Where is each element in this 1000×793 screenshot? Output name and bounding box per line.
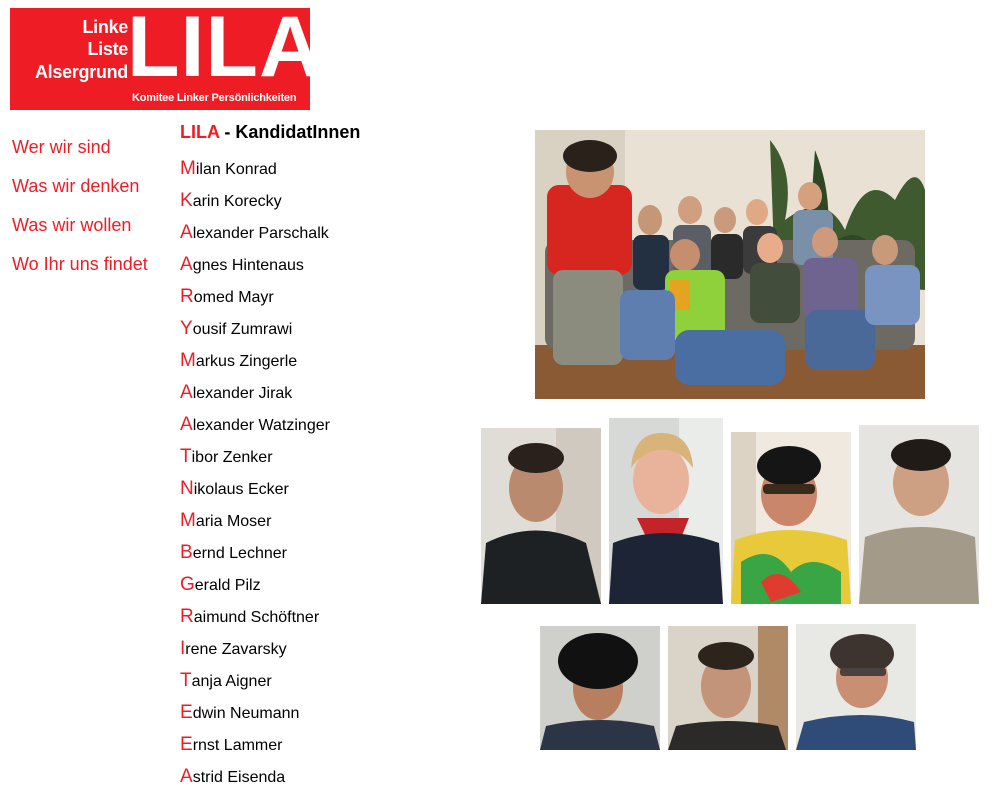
candidate-name: anja Aigner <box>191 673 272 690</box>
candidate-name: rnst Lammer <box>192 737 283 754</box>
candidate-name: ikolaus Ecker <box>193 481 289 498</box>
candidate-item: Agnes Hintenaus <box>180 249 330 281</box>
candidate-initial: A <box>180 382 193 403</box>
portrait-photo <box>668 626 788 750</box>
candidate-name: erald Pilz <box>194 577 261 594</box>
candidate-item: Edwin Neumann <box>180 697 330 729</box>
portrait-photo <box>540 626 660 750</box>
candidate-initial: M <box>180 158 196 179</box>
candidate-name: arkus Zingerle <box>195 353 298 370</box>
candidate-initial: A <box>180 222 193 243</box>
logo-subtitle: Komitee Linker Persönlichkeiten <box>132 92 297 104</box>
candidate-initial: B <box>180 542 193 563</box>
candidate-initial: A <box>180 254 193 275</box>
candidate-item: Gerald Pilz <box>180 569 330 601</box>
candidate-initial: M <box>180 350 196 371</box>
nav-link-was-wir-wollen[interactable]: Was wir wollen <box>12 206 148 245</box>
candidate-item: Alexander Watzinger <box>180 409 330 441</box>
portrait-photo <box>859 425 979 604</box>
candidate-initial: R <box>180 286 194 307</box>
portrait-photo <box>796 624 916 750</box>
candidate-name: rene Zavarsky <box>185 641 287 658</box>
candidate-name: gnes Hintenaus <box>192 257 304 274</box>
candidate-initial: E <box>180 734 193 755</box>
candidate-initial: A <box>180 414 193 435</box>
candidate-name: dwin Neumann <box>192 705 300 722</box>
candidate-item: Milan Konrad <box>180 153 330 185</box>
lila-logo[interactable]: Linke Liste Alsergrund LILA Komitee Link… <box>10 8 310 110</box>
candidate-name: aria Moser <box>195 513 272 530</box>
portrait-photo <box>609 418 723 604</box>
candidate-name: lexander Watzinger <box>192 417 330 434</box>
candidate-initial: T <box>180 670 192 691</box>
candidate-item: Ernst Lammer <box>180 729 330 761</box>
candidate-name: omed Mayr <box>193 289 274 306</box>
group-photo <box>535 130 925 399</box>
candidate-name: aimund Schöftner <box>193 609 320 626</box>
candidate-name: lexander Parschalk <box>192 225 329 242</box>
candidate-initial: E <box>180 702 193 723</box>
candidate-item: Yousif Zumrawi <box>180 313 330 345</box>
nav-link-wer-wir-sind[interactable]: Wer wir sind <box>12 128 148 167</box>
page-title-lila: LILA <box>180 122 220 142</box>
logo-line-alsergrund: Alsergrund <box>34 62 128 82</box>
candidate-item: Alexander Jirak <box>180 377 330 409</box>
page-title: LILA - KandidatInnen <box>180 122 360 143</box>
candidate-initial: A <box>180 766 193 787</box>
candidate-initial: K <box>180 190 193 211</box>
nav-link-was-wir-denken[interactable]: Was wir denken <box>12 167 148 206</box>
nav-link-wo-ihr-uns-findet[interactable]: Wo Ihr uns findet <box>12 245 148 284</box>
candidate-item: Karin Korecky <box>180 185 330 217</box>
candidate-name: lexander Jirak <box>192 385 293 402</box>
candidate-name: ousif Zumrawi <box>192 321 293 338</box>
candidate-initial: G <box>180 574 195 595</box>
candidate-initial: N <box>180 478 194 499</box>
logo-wordmark: LILA <box>127 8 310 95</box>
candidate-initial: Y <box>180 318 193 339</box>
candidate-item: Irene Zavarsky <box>180 633 330 665</box>
logo-line-linke: Linke <box>82 17 128 37</box>
candidate-name: ernd Lechner <box>192 545 287 562</box>
candidate-item: Astrid Eisenda <box>180 761 330 793</box>
candidate-initial: R <box>180 606 194 627</box>
portrait-photo <box>481 428 601 604</box>
candidate-item: Raimund Schöftner <box>180 601 330 633</box>
candidate-item: Tibor Zenker <box>180 441 330 473</box>
candidate-name: strid Eisenda <box>192 769 286 786</box>
page-title-rest: - KandidatInnen <box>219 122 361 142</box>
candidate-list: Milan Konrad Karin Korecky Alexander Par… <box>180 153 330 793</box>
candidate-item: Alexander Parschalk <box>180 217 330 249</box>
candidate-name: arin Korecky <box>192 193 282 210</box>
candidate-item: Nikolaus Ecker <box>180 473 330 505</box>
candidate-initial: T <box>180 446 192 467</box>
candidate-name: ilan Konrad <box>195 161 277 178</box>
logo-line-liste: Liste <box>87 39 128 59</box>
candidate-item: Tanja Aigner <box>180 665 330 697</box>
candidate-item: Maria Moser <box>180 505 330 537</box>
candidate-item: Markus Zingerle <box>180 345 330 377</box>
portrait-photo <box>731 432 851 604</box>
candidate-initial: M <box>180 510 196 531</box>
candidate-name: ibor Zenker <box>191 449 273 466</box>
candidate-item: Bernd Lechner <box>180 537 330 569</box>
main-nav: Wer wir sind Was wir denken Was wir woll… <box>12 128 148 284</box>
candidate-item: Romed Mayr <box>180 281 330 313</box>
